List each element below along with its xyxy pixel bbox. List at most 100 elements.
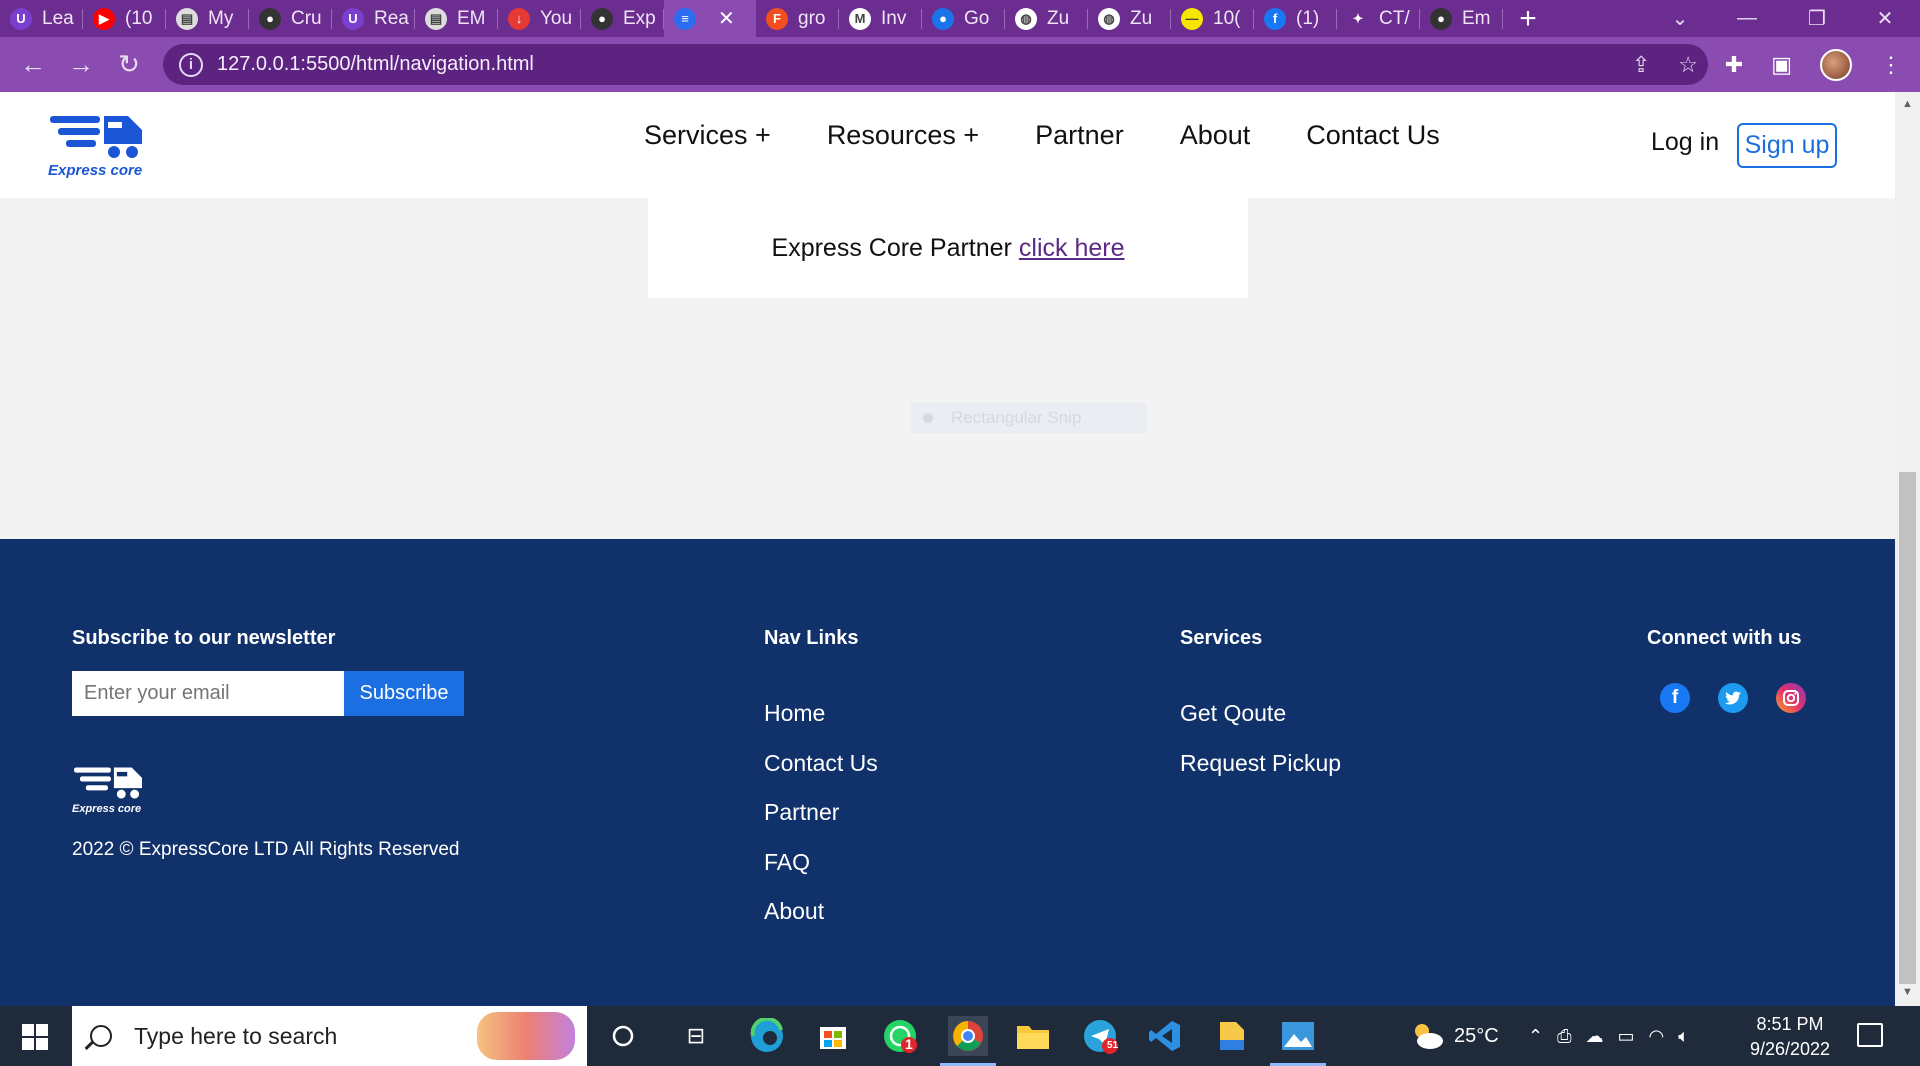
battery-icon[interactable]: ▭ (1618, 1026, 1635, 1047)
weather-widget[interactable]: 25°C (1410, 1006, 1499, 1066)
browser-tab[interactable]: ● Cru (249, 0, 332, 37)
browser-tab[interactable]: U Rea (332, 0, 415, 37)
forward-icon[interactable]: → (57, 41, 105, 89)
bookmark-star-icon[interactable]: ☆ (1678, 52, 1698, 78)
browser-tab-strip: U Lea ▶ (10 ▤ My ● Cru U Rea ▤ EM ↓ You ● Exp ≡ ✕ Fgro M Inv… (0, 0, 1920, 37)
windows-taskbar: Type here to search ⊟ 1 51 25°C ⌃ ⎙ ☁ ▭ … (0, 1006, 1920, 1066)
photos-icon[interactable] (1270, 1016, 1326, 1066)
whatsapp-icon[interactable]: 1 (880, 1016, 920, 1056)
page-scrollbar[interactable]: ▲ ▼ (1895, 92, 1920, 1006)
taskbar-search-box[interactable]: Type here to search (72, 1006, 587, 1066)
onedrive-icon[interactable]: ☁ (1586, 1026, 1604, 1047)
task-view-icon[interactable]: ⊟ (676, 1016, 716, 1056)
tray-overflow-icon[interactable]: ⌃ (1528, 1026, 1543, 1047)
subscribe-button[interactable]: Subscribe (344, 671, 464, 716)
newsletter-email-input[interactable] (72, 671, 344, 716)
address-bar[interactable]: i 127.0.0.1:5500/html/navigation.html ⇪ … (163, 44, 1708, 85)
footer-logo[interactable]: Express core (72, 766, 144, 816)
browser-tab[interactable]: ● Em (1420, 0, 1503, 37)
express-core-logo[interactable]: Express core (48, 114, 144, 180)
footer-link-get-quote[interactable]: Get Qoute (1180, 689, 1341, 739)
browser-tab[interactable]: ▶ (10 (83, 0, 166, 37)
tab-title: My (208, 7, 234, 29)
browser-tab[interactable]: ● Go (922, 0, 1005, 37)
weather-temp: 25°C (1454, 1024, 1499, 1047)
browser-tab[interactable]: ◍ Zu (1005, 0, 1088, 37)
browser-tab[interactable]: ✦ CT/ (1337, 0, 1420, 37)
nav-partner[interactable]: Partner (1035, 120, 1124, 151)
browser-tab[interactable]: ◍ Zu (1088, 0, 1171, 37)
browser-tab[interactable]: ▤ EM (415, 0, 498, 37)
nav-resources[interactable]: Resources + (827, 120, 979, 151)
search-icon (90, 1025, 112, 1047)
scroll-up-icon[interactable]: ▲ (1895, 98, 1920, 116)
chrome-logo-icon (953, 1021, 983, 1051)
edge-icon[interactable] (747, 1016, 787, 1056)
browser-tab[interactable]: f (1) (1254, 0, 1337, 37)
twitter-icon[interactable] (1718, 683, 1748, 713)
browser-tab[interactable]: — 10( (1171, 0, 1254, 37)
newsletter-heading: Subscribe to our newsletter (72, 627, 336, 649)
browser-tab[interactable]: M Inv (839, 0, 922, 37)
footer-link-faq[interactable]: FAQ (764, 838, 878, 888)
footer-link-home[interactable]: Home (764, 689, 878, 739)
extensions-icon[interactable]: ✚ (1725, 52, 1743, 78)
footer-link-about[interactable]: About (764, 887, 878, 937)
reload-icon[interactable]: ↻ (105, 41, 153, 89)
footer-link-contact-us[interactable]: Contact Us (764, 739, 878, 789)
facebook-icon[interactable]: f (1660, 683, 1690, 713)
snip-dot-icon (923, 413, 933, 423)
vscode-icon[interactable] (1145, 1016, 1185, 1056)
nav-services[interactable]: Services + (644, 120, 771, 151)
browser-tab[interactable]: ↓ You (498, 0, 581, 37)
photos-logo-icon (1282, 1022, 1314, 1050)
close-tab-icon[interactable]: ✕ (718, 6, 735, 31)
action-center-icon[interactable] (1857, 1023, 1883, 1047)
browser-tab[interactable]: ≡ ✕ (664, 0, 756, 37)
tab-favicon-icon: ▤ (176, 7, 198, 30)
instagram-icon[interactable] (1776, 683, 1806, 713)
browser-tab[interactable]: Fgro (756, 0, 839, 37)
minimize-button[interactable]: — (1712, 0, 1782, 37)
site-footer: Subscribe to our newsletter Subscribe Ex… (0, 539, 1895, 1006)
cortana-icon[interactable] (603, 1016, 643, 1056)
new-tab-button[interactable]: + (1503, 0, 1553, 37)
side-panel-icon[interactable]: ▣ (1771, 52, 1792, 78)
file-explorer-icon[interactable] (1013, 1016, 1053, 1056)
scroll-down-icon[interactable]: ▼ (1895, 986, 1920, 1004)
share-icon[interactable]: ⇪ (1632, 52, 1650, 78)
volume-icon[interactable]: 🔈︎ (1678, 1026, 1689, 1047)
restore-button[interactable]: ❐ (1782, 0, 1852, 37)
url-text[interactable]: 127.0.0.1:5500/html/navigation.html (217, 53, 534, 76)
browser-tab[interactable]: U Lea (0, 0, 83, 37)
nav-contact-us[interactable]: Contact Us (1306, 120, 1440, 151)
taskbar-clock[interactable]: 8:51 PM 9/26/2022 (1740, 1012, 1840, 1062)
site-info-icon[interactable]: i (179, 52, 203, 77)
signup-button[interactable]: Sign up (1737, 123, 1837, 168)
tab-search-icon[interactable]: ⌄ (1645, 0, 1715, 37)
sticky-folder-icon[interactable] (1212, 1016, 1252, 1056)
instagram-glyph-icon (1783, 690, 1799, 706)
copyright-text: 2022 © ExpressCore LTD All Rights Reserv… (72, 839, 460, 860)
back-icon[interactable]: ← (9, 41, 57, 89)
browser-tab[interactable]: ▤ My (166, 0, 249, 37)
meet-now-icon[interactable]: ⎙ (1557, 1026, 1571, 1047)
footer-link-partner[interactable]: Partner (764, 788, 878, 838)
tab-favicon-icon: ✦ (1347, 7, 1369, 30)
browser-menu-icon[interactable]: ⋮ (1880, 52, 1902, 78)
telegram-icon[interactable]: 51 (1080, 1016, 1120, 1056)
windows-start-icon[interactable] (22, 1024, 48, 1050)
tab-favicon-icon: U (10, 7, 32, 30)
chrome-icon[interactable] (940, 1016, 996, 1066)
browser-tab[interactable]: ● Exp (581, 0, 664, 37)
profile-avatar[interactable] (1820, 48, 1852, 81)
partner-click-here-link[interactable]: click here (1019, 234, 1125, 263)
tab-favicon-icon: ▤ (425, 7, 447, 30)
wifi-icon[interactable]: ◠ (1649, 1026, 1665, 1047)
nav-about[interactable]: About (1180, 120, 1251, 151)
scrollbar-thumb[interactable] (1899, 472, 1916, 984)
login-link[interactable]: Log in (1651, 128, 1719, 157)
microsoft-store-icon[interactable] (813, 1016, 853, 1056)
close-window-button[interactable]: ✕ (1850, 0, 1920, 37)
footer-link-request-pickup[interactable]: Request Pickup (1180, 739, 1341, 789)
